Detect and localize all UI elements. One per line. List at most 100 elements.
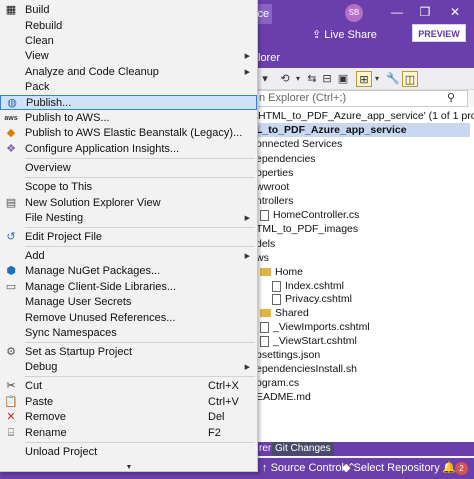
menu-new-se-view[interactable]: ▤ New Solution Explorer View <box>0 196 257 211</box>
menu-build[interactable]: ▦ Build <box>0 3 257 18</box>
submenu-arrow-icon: ▶ <box>244 215 250 222</box>
menu-scope-to-this[interactable]: Scope to This <box>0 180 257 195</box>
menu-publish[interactable]: ◍ Publish... <box>0 95 257 110</box>
avatar[interactable]: SB <box>345 4 363 22</box>
menu-set-startup[interactable]: ⚙ Set as Startup Project <box>0 345 257 360</box>
tree-shared-folder[interactable]: Shared <box>260 306 309 320</box>
tree-program-cs[interactable]: ogram.cs <box>256 376 299 390</box>
nuget-icon: ⬢ <box>6 265 16 277</box>
menu-analyze[interactable]: Analyze and Code Cleanup ▶ <box>0 65 257 80</box>
clipboard-icon: 📋 <box>4 396 18 408</box>
tree-readme[interactable]: EADME.md <box>256 390 311 404</box>
filter-dropdown-icon[interactable]: ▾ <box>373 71 381 87</box>
tree-connected-services[interactable]: onnected Services <box>256 137 342 151</box>
bell-icon[interactable]: 🔔 <box>442 458 456 479</box>
tree-dependencies[interactable]: ependencies <box>256 152 316 166</box>
solution-tree: 'HTML_to_PDF_Azure_app_service' (1 of 1 … <box>256 107 474 442</box>
menu-unload-project[interactable]: Unload Project <box>0 445 257 460</box>
tree-dependencies-install[interactable]: ependenciesInstall.sh <box>256 362 357 376</box>
tree-project-row[interactable]: L_to_PDF_Azure_app_service <box>256 123 470 137</box>
submenu-arrow-icon: ▶ <box>244 253 250 260</box>
menu-debug[interactable]: Debug ▶ <box>0 360 257 375</box>
menu-overview[interactable]: Overview <box>0 161 257 176</box>
solution-explorer-search-input[interactable]: n Explorer (Ctrl+;) <box>256 90 468 107</box>
history-icon[interactable]: ⟲ <box>278 71 292 87</box>
tree-viewimports[interactable]: _ViewImports.cshtml <box>260 320 370 334</box>
tree-viewstart[interactable]: _ViewStart.cshtml <box>260 334 357 348</box>
menu-add[interactable]: Add ▶ <box>0 249 257 264</box>
menu-paste[interactable]: 📋 Paste Ctrl+V <box>0 395 257 410</box>
search-icon[interactable]: ⚲ <box>447 91 459 105</box>
submenu-arrow-icon: ▶ <box>244 53 250 60</box>
csharp-file-icon <box>260 209 269 221</box>
menu-remove[interactable]: ✕ Remove Del <box>0 410 257 425</box>
tree-solution-row[interactable]: 'HTML_to_PDF_Azure_app_service' (1 of 1 … <box>256 109 474 123</box>
share-icon: ⇪ <box>312 29 325 41</box>
libraries-icon: ▭ <box>5 281 17 293</box>
cshtml-file-icon <box>272 280 281 292</box>
submenu-arrow-icon: ▶ <box>244 364 250 371</box>
tree-index-cshtml[interactable]: Index.cshtml <box>272 279 344 293</box>
tab-git-changes[interactable]: Git Changes <box>272 442 334 456</box>
close-icon[interactable]: ✕ <box>442 2 468 22</box>
pending-changes-filter-icon[interactable]: ⊞ <box>356 71 372 87</box>
tree-html-images[interactable]: TML_to_PDF_images <box>256 222 358 236</box>
scroll-down-arrow-icon[interactable]: ▼ <box>124 464 134 472</box>
preview-selected-icon[interactable]: ◫ <box>402 71 418 87</box>
tree-homecontroller[interactable]: HomeController.cs <box>260 208 359 222</box>
minimize-icon[interactable]: — <box>384 2 410 22</box>
menu-file-nesting[interactable]: File Nesting ▶ <box>0 211 257 226</box>
cshtml-file-icon <box>260 335 269 347</box>
menu-user-secrets[interactable]: Manage User Secrets <box>0 295 257 310</box>
properties-icon[interactable]: 🔧 <box>386 71 400 87</box>
tree-properties[interactable]: operties <box>256 166 293 180</box>
show-all-files-icon[interactable]: ▣ <box>336 71 350 87</box>
menu-clean[interactable]: Clean <box>0 34 257 49</box>
menu-app-insights[interactable]: ❖ Configure Application Insights... <box>0 142 257 157</box>
tree-wwwroot[interactable]: wwroot <box>256 180 289 194</box>
edit-file-icon: ↺ <box>6 231 16 243</box>
select-repository-button[interactable]: ◆ Select Repository ⌃ <box>342 458 452 479</box>
new-window-icon: ▤ <box>5 197 17 209</box>
live-share-button[interactable]: ⇪ Live Share <box>312 26 377 44</box>
cshtml-file-icon <box>260 321 269 333</box>
preview-button[interactable]: PREVIEW <box>412 24 466 42</box>
menu-remove-unused-references[interactable]: Remove Unused References... <box>0 311 257 326</box>
cshtml-file-icon <box>272 293 281 305</box>
repository-icon: ◆ <box>342 462 354 474</box>
menu-publish-beanstalk[interactable]: ◆ Publish to AWS Elastic Beanstalk (Lega… <box>0 126 257 141</box>
history-dropdown-icon[interactable]: ▾ <box>294 71 302 87</box>
menu-rebuild[interactable]: Rebuild <box>0 19 257 34</box>
menu-edit-project-file[interactable]: ↺ Edit Project File <box>0 230 257 245</box>
solution-explorer-header: lorer <box>256 48 474 68</box>
scissors-icon: ✂ <box>6 380 16 392</box>
build-icon: ▦ <box>5 4 17 16</box>
folder-icon <box>260 268 271 277</box>
tree-controllers[interactable]: ntrollers <box>256 194 293 208</box>
menu-pack[interactable]: Pack <box>0 80 257 95</box>
menu-publish-aws[interactable]: aws Publish to AWS... <box>0 111 257 126</box>
tree-appsettings[interactable]: psettings.json <box>256 348 320 362</box>
menu-separator <box>25 342 255 343</box>
sync-icon[interactable]: ⇆ <box>304 71 320 87</box>
menu-view[interactable]: View ▶ <box>0 49 257 64</box>
submenu-arrow-icon: ▶ <box>244 69 250 76</box>
collapse-all-icon[interactable]: ⊟ <box>320 71 334 87</box>
menu-client-libraries[interactable]: ▭ Manage Client-Side Libraries... <box>0 280 257 295</box>
tree-privacy-cshtml[interactable]: Privacy.cshtml <box>272 292 352 306</box>
globe-icon: ◍ <box>7 97 17 109</box>
beanstalk-icon: ◆ <box>6 127 16 139</box>
menu-cut[interactable]: ✂ Cut Ctrl+X <box>0 379 257 394</box>
menu-separator <box>25 442 255 443</box>
tree-models[interactable]: dels <box>256 237 275 251</box>
tree-home-folder[interactable]: Home <box>260 265 303 279</box>
menu-manage-nuget[interactable]: ⬢ Manage NuGet Packages... <box>0 264 257 279</box>
menu-sync-namespaces[interactable]: Sync Namespaces <box>0 326 257 341</box>
dropdown-icon[interactable]: ▾ <box>260 71 270 87</box>
menu-separator <box>25 376 255 377</box>
restore-icon[interactable]: ❐ <box>412 2 438 22</box>
menu-separator <box>25 246 255 247</box>
rename-icon: ⌸ <box>7 427 15 439</box>
menu-rename[interactable]: ⌸ Rename F2 <box>0 426 257 441</box>
aws-icon: aws <box>4 115 18 122</box>
